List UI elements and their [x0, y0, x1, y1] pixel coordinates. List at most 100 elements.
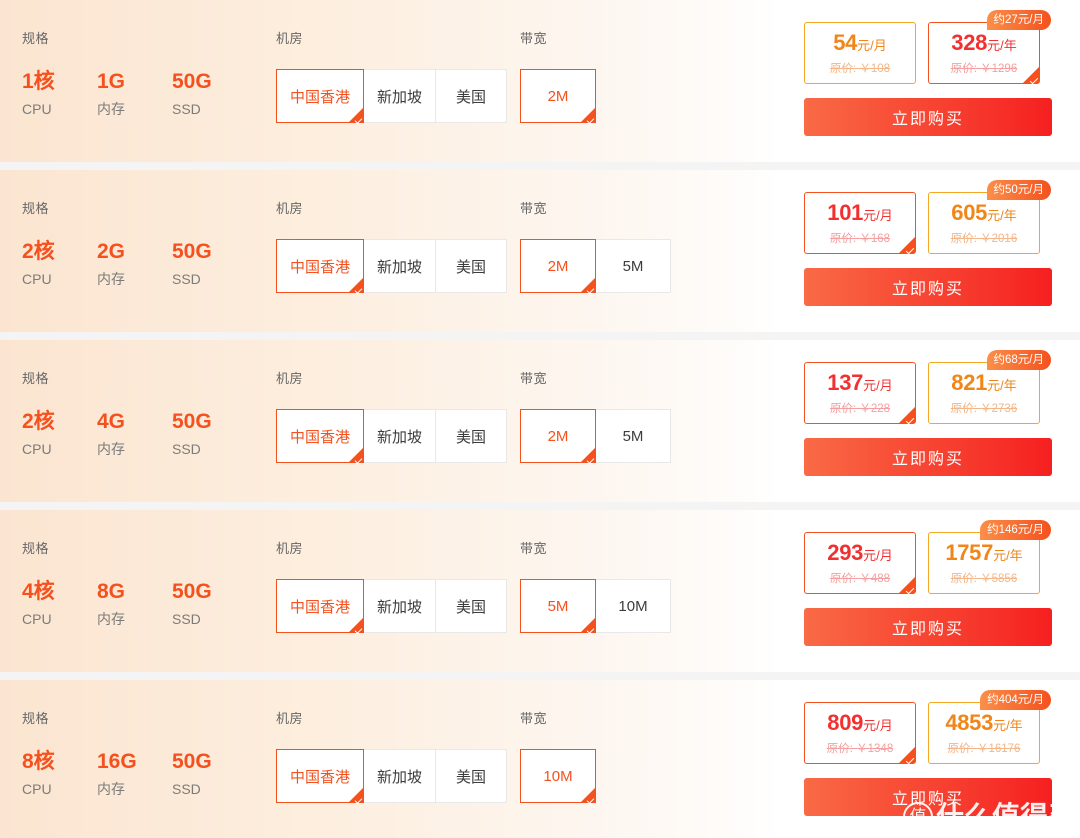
region-option[interactable]: 美国 — [435, 69, 508, 123]
price-main: 809元/月 — [827, 709, 892, 738]
spec-cpu-value: 2核 — [22, 240, 55, 263]
spec-cpu: 4核 CPU — [22, 579, 97, 630]
region-option-selected[interactable]: 中国香港 — [276, 749, 365, 804]
spec-column: 规格 4核 CPU 8G 内存 50G SSD — [0, 538, 276, 630]
price-card-selected[interactable]: 809元/月 原价: ￥1348 — [804, 702, 916, 765]
spec-disk-unit: SSD — [172, 781, 201, 797]
buy-now-button[interactable]: 立即购买 — [804, 98, 1052, 136]
price-card[interactable]: 54元/月 原价: ￥108 — [804, 22, 916, 84]
buy-now-button[interactable]: 立即购买 — [804, 778, 1052, 816]
price-badge: 约404元/月 — [980, 690, 1051, 710]
bandwidth-option[interactable]: 5M — [595, 409, 671, 463]
price-card[interactable]: 约404元/月 4853元/年 原价: ￥16176 — [928, 690, 1051, 764]
region-column-label: 机房 — [276, 711, 304, 726]
price-amount: 1757 — [945, 539, 994, 565]
price-original: 原价: ￥16176 — [947, 742, 1021, 755]
spec-disk-unit: SSD — [172, 271, 201, 287]
plan-config-area: 规格 1核 CPU 1G 内存 50G SSD 机房 中国香港 新加坡 美国 带宽 2M — [0, 0, 780, 162]
plan-config-area: 规格 2核 CPU 4G 内存 50G SSD 机房 中国香港 新加坡 美国 带宽 2M 5M — [0, 340, 780, 502]
region-option-group: 中国香港 新加坡 美国 — [276, 69, 520, 124]
price-suffix: 元/年 — [993, 717, 1023, 733]
spec-column-label: 规格 — [22, 711, 50, 726]
region-option[interactable]: 美国 — [435, 749, 508, 803]
region-option[interactable]: 新加坡 — [363, 69, 437, 123]
price-main: 605元/年 — [951, 200, 1017, 228]
check-icon — [586, 796, 595, 804]
bandwidth-column: 带宽 2M — [520, 28, 780, 124]
price-badge: 约50元/月 — [986, 180, 1051, 200]
bandwidth-option[interactable]: 5M — [595, 239, 671, 293]
spec-cpu: 2核 CPU — [22, 409, 97, 460]
region-option-label: 美国 — [456, 768, 487, 786]
check-icon — [354, 286, 363, 294]
region-option-label: 美国 — [456, 258, 487, 276]
plan-row: 规格 8核 CPU 16G 内存 50G SSD 机房 中国香港 新加坡 美国 带宽 10M 809元/月… — [0, 680, 1080, 838]
spec-memory: 4G 内存 — [97, 409, 172, 460]
region-option-label: 美国 — [456, 428, 487, 446]
bandwidth-option-selected[interactable]: 2M — [520, 69, 596, 124]
price-original: 原价: ￥488 — [829, 572, 891, 585]
region-option-selected[interactable]: 中国香港 — [276, 239, 365, 294]
price-card-selected[interactable]: 137元/月 原价: ￥228 — [804, 362, 916, 425]
spec-cpu-value: 4核 — [22, 580, 55, 603]
region-option-selected[interactable]: 中国香港 — [276, 579, 365, 634]
price-main: 328元/年 — [951, 30, 1016, 58]
region-option[interactable]: 新加坡 — [363, 749, 437, 803]
price-card-group: 137元/月 原价: ￥228 约68元/月 821元/年 原价: ￥2736 — [804, 350, 1052, 425]
region-option-group: 中国香港 新加坡 美国 — [276, 579, 520, 634]
price-amount: 809 — [827, 709, 864, 735]
spec-cpu-unit: CPU — [22, 441, 52, 457]
plan-row: 规格 1核 CPU 1G 内存 50G SSD 机房 中国香港 新加坡 美国 带宽 2M 54元/月 原价:… — [0, 0, 1080, 162]
spec-memory: 2G 内存 — [97, 239, 172, 290]
price-main: 1757元/年 — [945, 539, 1022, 568]
bandwidth-option-selected[interactable]: 2M — [520, 239, 596, 294]
region-option-selected[interactable]: 中国香港 — [276, 409, 365, 464]
region-column: 机房 中国香港 新加坡 美国 — [276, 198, 520, 294]
price-card-selected[interactable]: 101元/月 原价: ￥168 — [804, 192, 916, 255]
spec-memory-unit: 内存 — [97, 101, 125, 117]
price-card[interactable]: 约50元/月 605元/年原价: ￥2016 — [928, 180, 1051, 254]
buy-now-button[interactable]: 立即购买 — [804, 268, 1052, 306]
region-option[interactable]: 新加坡 — [363, 239, 437, 293]
price-card-group: 809元/月 原价: ￥1348 约404元/月 4853元/年 原价: ￥16176 — [804, 690, 1052, 765]
region-option-label: 美国 — [456, 88, 487, 106]
check-icon — [905, 755, 915, 765]
spec-cpu-value: 8核 — [22, 750, 55, 773]
region-option-label: 中国香港 — [290, 258, 351, 276]
spec-cpu-unit: CPU — [22, 101, 52, 117]
check-icon — [354, 456, 363, 464]
price-original: 原价: ￥2016 — [950, 232, 1018, 245]
region-option[interactable]: 新加坡 — [363, 579, 437, 633]
price-card-selected[interactable]: 约27元/月 328元/年 原价: ￥1296 — [928, 10, 1051, 85]
region-option[interactable]: 美国 — [435, 409, 508, 463]
price-suffix: 元/月 — [863, 207, 893, 223]
spec-memory-unit: 内存 — [97, 271, 125, 287]
spec-memory-unit: 内存 — [97, 441, 125, 457]
price-original: 原价: ￥5856 — [950, 572, 1018, 585]
price-suffix: 元/年 — [987, 207, 1017, 223]
spec-disk-value: 50G — [172, 240, 212, 263]
spec-memory-value: 8G — [97, 580, 126, 603]
spec-memory: 1G 内存 — [97, 69, 172, 120]
price-card[interactable]: 约68元/月 821元/年 原价: ￥2736 — [928, 350, 1051, 424]
bandwidth-option-selected[interactable]: 2M — [520, 409, 596, 464]
bandwidth-column: 带宽 10M — [520, 708, 780, 804]
region-option-selected[interactable]: 中国香港 — [276, 69, 365, 124]
price-card[interactable]: 约146元/月 1757元/年 原价: ￥5856 — [928, 520, 1051, 594]
spec-memory-unit: 内存 — [97, 781, 125, 797]
check-icon — [586, 286, 595, 294]
region-column-label: 机房 — [276, 31, 304, 46]
bandwidth-option[interactable]: 10M — [595, 579, 671, 633]
bandwidth-option-selected[interactable]: 5M — [520, 579, 596, 634]
region-column: 机房 中国香港 新加坡 美国 — [276, 538, 520, 634]
region-option[interactable]: 美国 — [435, 239, 508, 293]
price-original: 原价: ￥168 — [829, 232, 891, 245]
bandwidth-option-selected[interactable]: 10M — [520, 749, 596, 804]
region-option[interactable]: 新加坡 — [363, 409, 437, 463]
spec-column: 规格 1核 CPU 1G 内存 50G SSD — [0, 28, 276, 120]
buy-now-button[interactable]: 立即购买 — [804, 608, 1052, 646]
region-option[interactable]: 美国 — [435, 579, 508, 633]
buy-now-button[interactable]: 立即购买 — [804, 438, 1052, 476]
price-card-selected[interactable]: 293元/月 原价: ￥488 — [804, 532, 916, 595]
region-option-label: 中国香港 — [290, 768, 351, 786]
